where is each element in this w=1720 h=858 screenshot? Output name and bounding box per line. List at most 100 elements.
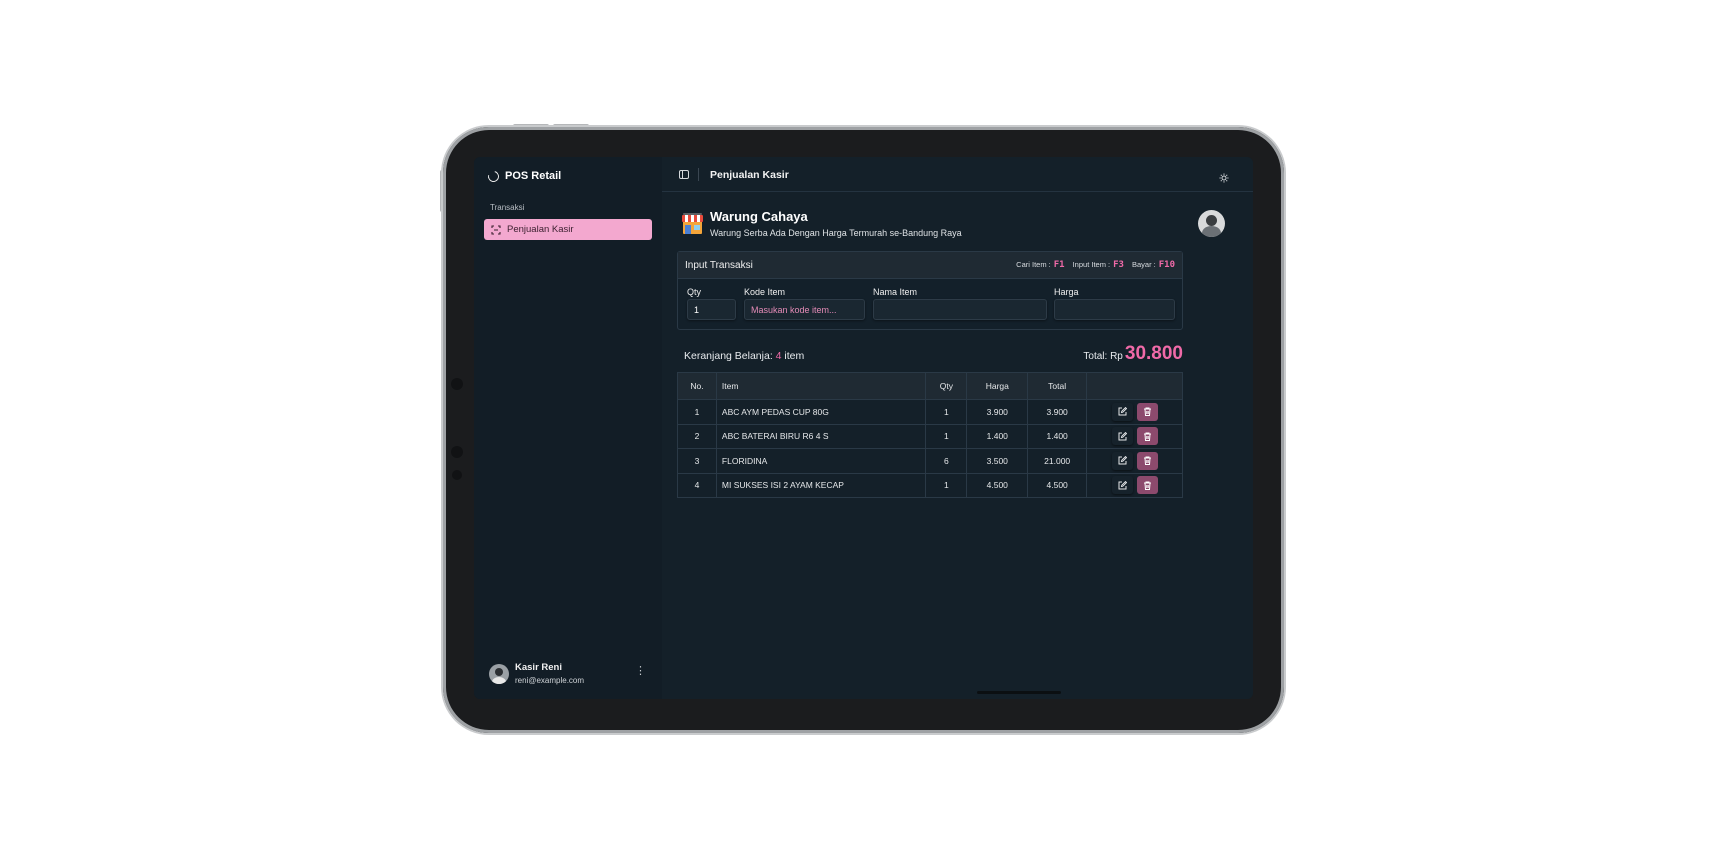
home-indicator bbox=[977, 691, 1061, 694]
store-tagline: Warung Serba Ada Dengan Harga Termurah s… bbox=[710, 228, 962, 238]
cell-actions bbox=[1086, 399, 1183, 425]
divider bbox=[698, 168, 699, 181]
header-no: No. bbox=[677, 372, 717, 400]
table-row: 3 FLORIDINA 6 3.500 21.000 bbox=[677, 448, 1183, 474]
cell-actions bbox=[1086, 472, 1183, 498]
page-title: Penjualan Kasir bbox=[710, 169, 789, 181]
shortcut-bayar: Bayar : F10 bbox=[1131, 260, 1175, 270]
logo-circle-icon bbox=[485, 168, 502, 184]
harga-input[interactable] bbox=[1054, 299, 1175, 320]
table-row: 1 ABC AYM PEDAS CUP 80G 1 3.900 3.900 bbox=[677, 399, 1183, 425]
header-total: Total bbox=[1027, 372, 1088, 400]
cell-harga: 1.400 bbox=[966, 423, 1029, 449]
cell-actions bbox=[1086, 423, 1183, 449]
sidebar-item-label: Penjualan Kasir bbox=[507, 224, 574, 235]
brand-name: POS Retail bbox=[505, 170, 562, 182]
card-header: Input Transaksi Cari Item : F1 Input Item… bbox=[678, 252, 1182, 279]
cart-title: Keranjang Belanja: 4 item bbox=[684, 350, 805, 362]
input-transaksi-card: Input Transaksi Cari Item : F1 Input Item… bbox=[677, 251, 1183, 330]
cell-harga: 4.500 bbox=[966, 472, 1029, 498]
cell-no: 1 bbox=[677, 399, 717, 425]
kode-item-input[interactable]: Masukan kode item... bbox=[744, 299, 865, 320]
cell-total: 3.900 bbox=[1027, 399, 1088, 425]
delete-button[interactable] bbox=[1136, 427, 1158, 446]
cell-total: 1.400 bbox=[1027, 423, 1088, 449]
cell-harga: 3.500 bbox=[966, 448, 1029, 474]
trash-icon bbox=[1143, 432, 1151, 441]
cell-harga: 3.900 bbox=[966, 399, 1029, 425]
app-screen: POS Retail Transaksi Penjualan Kasir Kas… bbox=[474, 157, 1253, 699]
main-content: Penjualan Kasir Warung Cahaya Warung Ser… bbox=[662, 157, 1253, 699]
total-value: 30.800 bbox=[1124, 343, 1183, 364]
avatar bbox=[489, 663, 509, 684]
sidebar-toggle-icon[interactable] bbox=[679, 170, 689, 179]
avatar[interactable] bbox=[1198, 210, 1225, 237]
edit-icon bbox=[1118, 431, 1127, 441]
kode-item-label: Kode Item bbox=[744, 287, 786, 297]
qty-input[interactable]: 1 bbox=[687, 299, 736, 320]
cell-item: ABC BATERAI BIRU R6 4 S bbox=[715, 423, 927, 449]
cell-qty: 1 bbox=[925, 423, 968, 449]
cell-item: MI SUKSES ISI 2 AYAM KECAP bbox=[715, 472, 927, 498]
scan-icon bbox=[491, 224, 501, 235]
edit-button[interactable] bbox=[1111, 476, 1133, 495]
device-sensor bbox=[451, 446, 463, 458]
nama-item-input[interactable] bbox=[873, 299, 1047, 320]
user-profile[interactable]: Kasir Reni reni@example.com bbox=[489, 662, 584, 685]
nav-group-label: Transaksi bbox=[490, 203, 525, 212]
sidebar-item-penjualan-kasir[interactable]: Penjualan Kasir bbox=[484, 219, 652, 240]
header-actions bbox=[1086, 372, 1183, 400]
cell-total: 21.000 bbox=[1027, 448, 1088, 474]
trash-icon bbox=[1143, 481, 1151, 490]
total-label: Total: Rp bbox=[1083, 351, 1123, 362]
edit-icon bbox=[1118, 456, 1127, 465]
brand[interactable]: POS Retail bbox=[485, 168, 562, 184]
shortcut-input-item: Input Item : F3 bbox=[1072, 260, 1124, 270]
user-name: Kasir Reni bbox=[515, 662, 562, 673]
header-harga: Harga bbox=[966, 372, 1029, 400]
cell-no: 2 bbox=[677, 423, 717, 449]
topbar: Penjualan Kasir bbox=[662, 157, 1253, 192]
harga-label: Harga bbox=[1054, 287, 1079, 297]
cell-no: 4 bbox=[677, 472, 717, 498]
trash-icon bbox=[1143, 456, 1151, 466]
cell-item: ABC AYM PEDAS CUP 80G bbox=[715, 399, 927, 425]
shortcut-cari-item: Cari Item : F1 bbox=[1016, 260, 1065, 270]
theme-toggle-sun-icon[interactable] bbox=[1219, 170, 1229, 183]
cell-actions bbox=[1086, 448, 1183, 474]
cell-total: 4.500 bbox=[1027, 472, 1088, 498]
delete-button[interactable] bbox=[1136, 402, 1158, 421]
trash-icon bbox=[1143, 407, 1151, 417]
qty-label: Qty bbox=[687, 287, 702, 297]
store-name: Warung Cahaya bbox=[710, 209, 808, 224]
cell-item: FLORIDINA bbox=[715, 448, 927, 474]
delete-button[interactable] bbox=[1136, 451, 1158, 470]
table-row: 2 ABC BATERAI BIRU R6 4 S 1 1.400 1.400 bbox=[677, 423, 1183, 449]
cell-qty: 1 bbox=[925, 472, 968, 498]
edit-button[interactable] bbox=[1111, 402, 1133, 421]
edit-icon bbox=[1118, 407, 1127, 416]
delete-button[interactable] bbox=[1136, 476, 1158, 495]
keyboard-shortcuts: Cari Item : F1 Input Item : F3 Bayar : F10 bbox=[1016, 260, 1175, 270]
edit-button[interactable] bbox=[1111, 427, 1133, 446]
user-email: reni@example.com bbox=[515, 676, 585, 685]
sidebar: POS Retail Transaksi Penjualan Kasir Kas… bbox=[474, 157, 662, 699]
nama-item-label: Nama Item bbox=[873, 287, 918, 297]
cart-total: Total: Rp 30.800 bbox=[1083, 343, 1183, 365]
store-icon bbox=[680, 211, 705, 236]
cart-table: No. Item Qty Harga Total 1 ABC AYM PEDAS… bbox=[677, 372, 1183, 498]
device-sensor bbox=[451, 378, 463, 390]
cell-no: 3 bbox=[677, 448, 717, 474]
table-row: 4 MI SUKSES ISI 2 AYAM KECAP 1 4.500 4.5… bbox=[677, 472, 1183, 498]
cart-count: 4 bbox=[775, 350, 782, 362]
edit-button[interactable] bbox=[1111, 451, 1133, 470]
cell-qty: 1 bbox=[925, 399, 968, 425]
device-sensor bbox=[452, 470, 462, 480]
more-vertical-icon[interactable]: ⋮ bbox=[635, 664, 646, 677]
table-header-row: No. Item Qty Harga Total bbox=[677, 372, 1183, 400]
header-item: Item bbox=[715, 372, 927, 400]
cell-qty: 6 bbox=[925, 448, 968, 474]
edit-icon bbox=[1118, 480, 1127, 490]
card-title: Input Transaksi bbox=[685, 259, 753, 271]
header-qty: Qty bbox=[925, 372, 968, 400]
